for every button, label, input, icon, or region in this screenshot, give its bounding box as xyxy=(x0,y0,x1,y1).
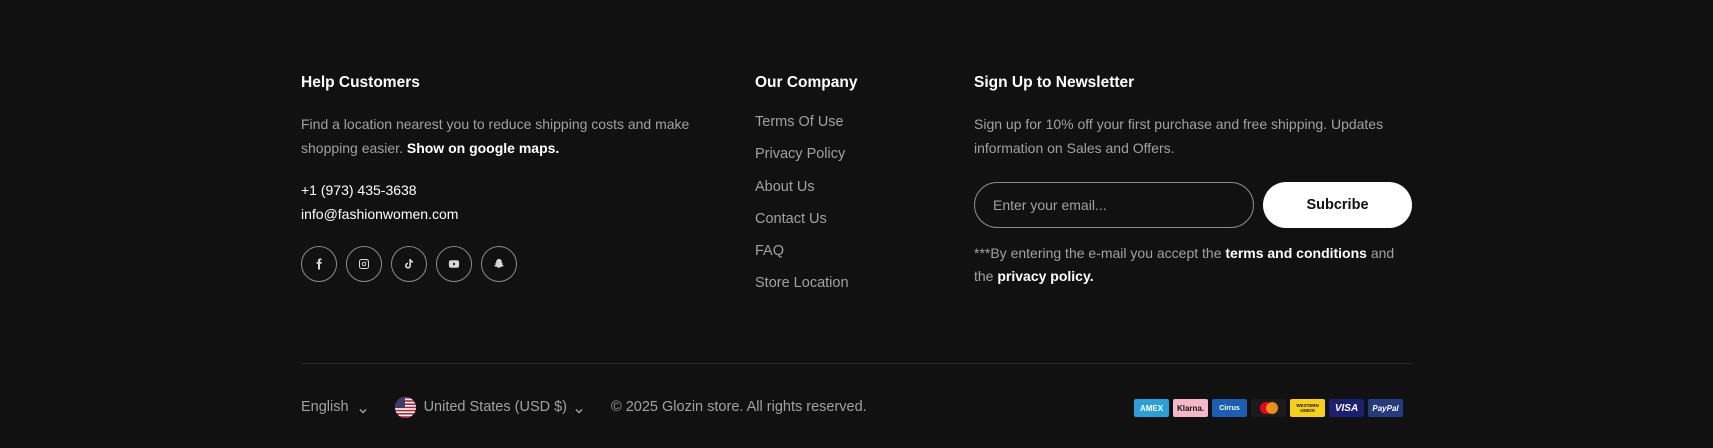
email-input[interactable]: Enter your email... xyxy=(974,182,1254,228)
link-privacy-policy[interactable]: Privacy Policy xyxy=(755,144,935,164)
newsletter-note: ***By entering the e-mail you accept the… xyxy=(974,242,1412,288)
language-label: English xyxy=(301,399,349,415)
tiktok-button[interactable] xyxy=(391,246,427,282)
privacy-link[interactable]: privacy policy. xyxy=(997,268,1093,284)
our-company-section: Our Company Terms Of Use Privacy Policy … xyxy=(755,72,935,306)
language-selector[interactable]: English xyxy=(301,399,367,415)
tiktok-icon xyxy=(405,259,413,269)
link-store-location[interactable]: Store Location xyxy=(755,273,935,293)
us-flag-icon xyxy=(394,396,416,418)
site-footer: Help Customers Find a location nearest y… xyxy=(0,0,1713,448)
link-faq[interactable]: FAQ xyxy=(755,241,935,261)
newsletter-title: Sign Up to Newsletter xyxy=(974,74,1135,91)
currency-label: United States (USD $) xyxy=(423,399,568,415)
newsletter-section: Sign Up to Newsletter Sign up for 10% of… xyxy=(974,72,1412,288)
klarna-icon: Klarna. xyxy=(1173,399,1208,417)
newsletter-form: Enter your email... Subcribe xyxy=(974,182,1412,228)
link-contact-us[interactable]: Contact Us xyxy=(755,209,935,229)
email-address[interactable]: info@fashionwomen.com xyxy=(301,202,721,226)
facebook-button[interactable] xyxy=(301,246,337,282)
copyright-text: © 2025 Glozin store. All rights reserved… xyxy=(611,399,867,415)
paypal-icon: PayPal xyxy=(1368,399,1403,417)
link-terms-of-use[interactable]: Terms Of Use xyxy=(755,112,935,132)
chevron-down-icon xyxy=(359,403,367,414)
google-maps-link[interactable]: Show on google maps. xyxy=(407,140,559,156)
youtube-icon xyxy=(448,260,460,268)
contact-info: +1 (973) 435-3638 info@fashionwomen.com xyxy=(301,178,721,226)
snapchat-icon xyxy=(494,259,504,268)
link-about-us[interactable]: About Us xyxy=(755,177,935,197)
terms-link[interactable]: terms and conditions xyxy=(1225,245,1367,261)
help-customers-title: Help Customers xyxy=(301,74,420,91)
instagram-button[interactable] xyxy=(346,246,382,282)
chevron-down-icon xyxy=(575,403,583,414)
subscribe-button[interactable]: Subcribe xyxy=(1263,182,1412,228)
snapchat-button[interactable] xyxy=(481,246,517,282)
currency-selector[interactable]: United States (USD $) xyxy=(394,396,583,418)
payment-methods: AMEX Klarna. Cirrus WESTERN UNION VISA P… xyxy=(1134,399,1403,417)
mastercard-icon xyxy=(1251,399,1286,417)
youtube-button[interactable] xyxy=(436,246,472,282)
social-links xyxy=(301,246,721,282)
company-links: Terms Of Use Privacy Policy About Us Con… xyxy=(755,112,935,293)
visa-icon: VISA xyxy=(1329,399,1364,417)
phone-number[interactable]: +1 (973) 435-3638 xyxy=(301,178,721,202)
cirrus-icon: Cirrus xyxy=(1212,399,1247,417)
help-customers-section: Help Customers Find a location nearest y… xyxy=(301,72,721,282)
footer-divider xyxy=(301,363,1412,364)
note-prefix: ***By entering the e-mail you accept the xyxy=(974,245,1222,261)
facebook-icon xyxy=(316,258,322,270)
instagram-icon xyxy=(359,259,369,269)
western-union-icon: WESTERN UNION xyxy=(1290,399,1325,417)
help-description: Find a location nearest you to reduce sh… xyxy=(301,112,721,160)
amex-icon: AMEX xyxy=(1134,399,1169,417)
newsletter-description: Sign up for 10% off your first purchase … xyxy=(974,116,1384,156)
footer-bottom-bar: English United States (USD $) © 2025 Glo… xyxy=(301,396,867,418)
our-company-title: Our Company xyxy=(755,74,858,91)
